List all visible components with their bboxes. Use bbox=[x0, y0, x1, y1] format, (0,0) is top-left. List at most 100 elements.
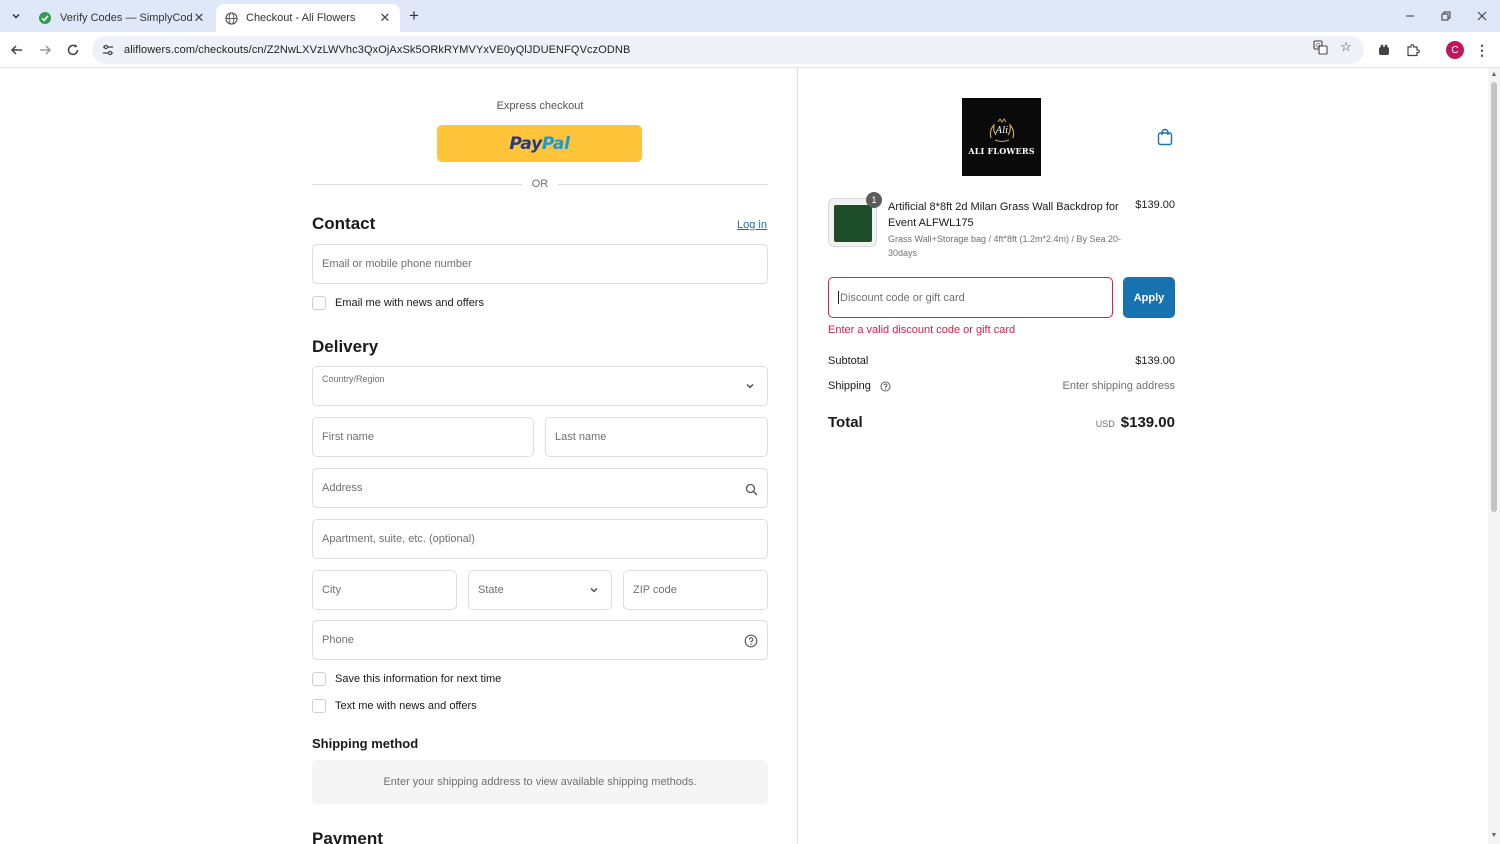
product-variant: Grass Wall+Storage bag / 4ft*8ft (1.2m*2… bbox=[888, 234, 1122, 258]
shopping-bag-icon[interactable] bbox=[1157, 128, 1173, 146]
phone-field[interactable]: Phone bbox=[312, 620, 768, 660]
logo-text: ALI FLOWERS bbox=[968, 146, 1035, 156]
apartment-placeholder: Apartment, suite, etc. (optional) bbox=[322, 533, 475, 545]
or-divider: OR bbox=[312, 178, 768, 192]
first-name-placeholder: First name bbox=[322, 431, 374, 443]
express-checkout-label: Express checkout bbox=[496, 100, 584, 112]
tab-title: Verify Codes — SimplyCodes bbox=[60, 12, 192, 24]
tab-search-button[interactable] bbox=[6, 6, 26, 26]
address-bar[interactable]: aliflowers.com/checkouts/cn/Z2NwLXVzLWVh… bbox=[92, 36, 1364, 64]
simplycodes-icon bbox=[38, 11, 52, 25]
email-field[interactable]: Email or mobile phone number bbox=[312, 244, 768, 284]
chevron-down-icon bbox=[12, 13, 20, 19]
logo-script: Ali bbox=[994, 126, 1007, 136]
checkbox-box[interactable] bbox=[312, 296, 326, 310]
zip-placeholder: ZIP code bbox=[633, 584, 677, 596]
total-row: Total USD $139.00 bbox=[828, 414, 1175, 432]
order-summary: Ali ALI FLOWERS 1 Artificial 8*8ft 2d Mi… bbox=[798, 68, 1488, 844]
page-scrollbar[interactable]: ▲ ▼ bbox=[1488, 68, 1500, 844]
more-menu-icon[interactable]: ⋮ bbox=[1474, 40, 1490, 60]
product-image bbox=[834, 205, 872, 242]
shipping-method-notice: Enter your shipping address to view avai… bbox=[312, 760, 768, 804]
last-name-field[interactable]: Last name bbox=[545, 417, 768, 457]
close-icon[interactable]: ✕ bbox=[192, 10, 206, 26]
checkbox-label: Save this information for next time bbox=[335, 673, 502, 685]
city-placeholder: City bbox=[322, 584, 341, 596]
browser-toolbar: aliflowers.com/checkouts/cn/Z2NwLXVzLWVh… bbox=[0, 32, 1500, 68]
currency-code: USD bbox=[1095, 419, 1115, 429]
phone-placeholder: Phone bbox=[322, 634, 354, 646]
shipping-notice-text: Enter your shipping address to view avai… bbox=[383, 776, 697, 788]
last-name-placeholder: Last name bbox=[555, 431, 607, 443]
city-field[interactable]: City bbox=[312, 570, 457, 610]
save-info-checkbox[interactable]: Save this information for next time bbox=[312, 672, 501, 686]
apply-discount-button[interactable]: Apply bbox=[1123, 277, 1175, 318]
checkbox-label: Text me with news and offers bbox=[335, 700, 477, 712]
zip-field[interactable]: ZIP code bbox=[623, 570, 768, 610]
help-circle-icon[interactable] bbox=[743, 633, 759, 649]
back-icon[interactable] bbox=[6, 39, 28, 61]
shipping-value: Enter shipping address bbox=[1062, 380, 1175, 392]
product-price: $139.00 bbox=[1135, 199, 1175, 211]
paypal-logo-pay: Pay bbox=[509, 133, 542, 154]
scrollbar-thumb[interactable] bbox=[1491, 82, 1497, 512]
discount-error-message: Enter a valid discount code or gift card bbox=[828, 324, 1016, 336]
close-window-icon[interactable] bbox=[1472, 6, 1492, 26]
paypal-button[interactable]: Pay Pal bbox=[437, 125, 642, 162]
address-field[interactable]: Address bbox=[312, 468, 768, 508]
shipping-row: Shipping Enter shipping address bbox=[828, 380, 1175, 392]
scroll-up-icon[interactable]: ▲ bbox=[1490, 71, 1498, 79]
checkout-page: Express checkout Pay Pal OR Contact Log i… bbox=[0, 68, 1500, 844]
discount-placeholder: Discount code or gift card bbox=[840, 291, 965, 304]
discount-code-input[interactable]: Discount code or gift card bbox=[828, 277, 1113, 318]
help-circle-icon[interactable] bbox=[880, 381, 891, 392]
forward-icon[interactable] bbox=[34, 39, 56, 61]
url-text: aliflowers.com/checkouts/cn/Z2NwLXVzLWVh… bbox=[124, 44, 631, 56]
search-icon bbox=[743, 481, 759, 497]
contact-heading: Contact bbox=[312, 214, 376, 233]
subtotal-value: $139.00 bbox=[1135, 355, 1175, 367]
checkbox-box[interactable] bbox=[312, 672, 326, 686]
store-logo[interactable]: Ali ALI FLOWERS bbox=[962, 98, 1041, 176]
extension-icon[interactable] bbox=[1375, 41, 1393, 59]
tab-title: Checkout - Ali Flowers bbox=[246, 12, 356, 24]
subtotal-label: Subtotal bbox=[828, 355, 869, 367]
email-offers-checkbox[interactable]: Email me with news and offers bbox=[312, 296, 484, 310]
profile-avatar[interactable]: C bbox=[1446, 41, 1464, 59]
product-name: Artificial 8*8ft 2d Milan Grass Wall Bac… bbox=[888, 201, 1119, 229]
globe-icon bbox=[224, 11, 238, 25]
text-caret bbox=[838, 291, 839, 304]
tab-checkout[interactable]: Checkout - Ali Flowers ✕ bbox=[216, 4, 400, 32]
country-select[interactable]: Country/Region bbox=[312, 366, 768, 406]
or-label: OR bbox=[531, 178, 549, 190]
site-settings-icon[interactable] bbox=[100, 42, 116, 58]
checkbox-box[interactable] bbox=[312, 699, 326, 713]
new-tab-button[interactable]: + bbox=[404, 6, 424, 26]
subtotal-row: Subtotal $139.00 bbox=[828, 355, 1175, 367]
tab-verify-codes[interactable]: Verify Codes — SimplyCodes ✕ bbox=[30, 4, 214, 32]
country-label: Country/Region bbox=[322, 374, 385, 384]
quantity-badge: 1 bbox=[866, 192, 882, 208]
scroll-down-icon[interactable]: ▼ bbox=[1490, 832, 1498, 840]
reload-icon[interactable] bbox=[62, 39, 84, 61]
total-value: $139.00 bbox=[1120, 414, 1175, 431]
crest-icon: Ali bbox=[989, 118, 1014, 142]
apartment-field[interactable]: Apartment, suite, etc. (optional) bbox=[312, 519, 768, 559]
payment-heading: Payment bbox=[312, 829, 383, 844]
chevron-down-icon bbox=[746, 384, 754, 389]
state-select[interactable]: State bbox=[468, 570, 612, 610]
minimize-icon[interactable] bbox=[1400, 6, 1420, 26]
chevron-down-icon bbox=[590, 588, 598, 593]
checkout-form: Express checkout Pay Pal OR Contact Log i… bbox=[0, 68, 798, 844]
login-link[interactable]: Log in bbox=[737, 219, 767, 231]
delivery-heading: Delivery bbox=[312, 337, 379, 356]
close-icon[interactable]: ✕ bbox=[378, 10, 392, 26]
first-name-field[interactable]: First name bbox=[312, 417, 534, 457]
shipping-label: Shipping bbox=[828, 380, 871, 392]
address-placeholder: Address bbox=[322, 482, 363, 494]
text-offers-checkbox[interactable]: Text me with news and offers bbox=[312, 699, 477, 713]
bookmark-star-icon[interactable]: ☆ bbox=[1337, 38, 1355, 56]
translate-icon[interactable]: G bbox=[1311, 38, 1329, 56]
restore-icon[interactable] bbox=[1436, 6, 1456, 26]
puzzle-extensions-icon[interactable] bbox=[1404, 41, 1422, 59]
